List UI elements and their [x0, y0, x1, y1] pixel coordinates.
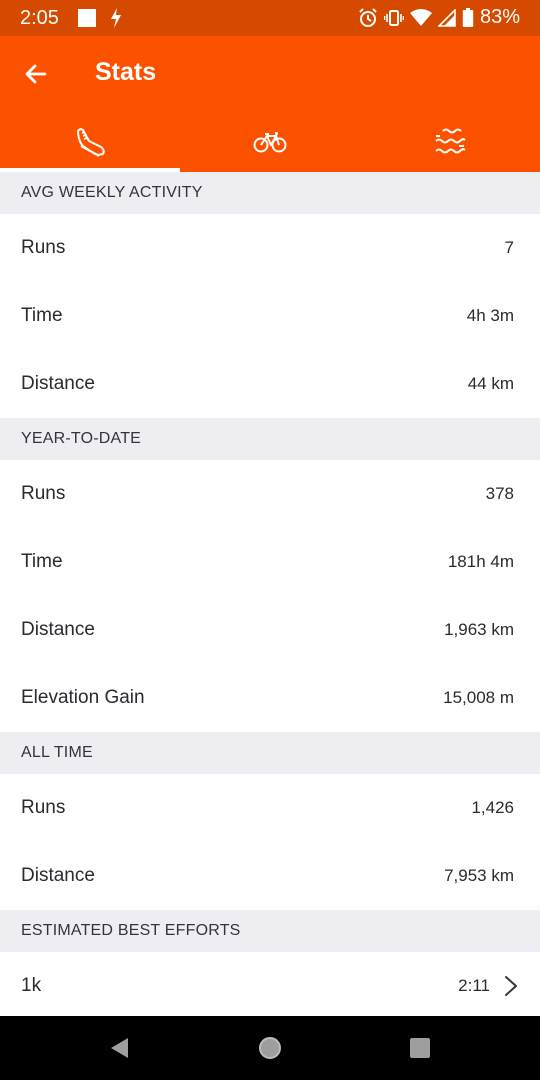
stat-label: 1k	[21, 975, 42, 996]
stat-row: Elevation Gain 15,008 m	[0, 664, 540, 732]
square-recents-icon	[410, 1038, 430, 1058]
battery-icon	[462, 7, 474, 28]
alarm-icon	[358, 7, 378, 28]
stat-label: Elevation Gain	[21, 687, 145, 708]
stat-value: 4h 3m	[466, 306, 514, 325]
stat-value: 7,953 km	[444, 866, 514, 885]
stat-value: 181h 4m	[447, 552, 514, 571]
status-time: 2:05	[20, 7, 59, 29]
sport-tabs	[0, 112, 540, 172]
battery-percent: 83%	[479, 6, 520, 28]
stat-value: 1,426	[471, 798, 514, 817]
stat-value: 15,008 m	[443, 688, 514, 707]
stat-row: Runs 7	[0, 214, 540, 282]
app-bar: Stats	[0, 36, 540, 112]
circle-home-icon	[259, 1037, 281, 1059]
tab-ride[interactable]	[180, 112, 360, 172]
signal-icon	[437, 8, 456, 27]
swim-waves-icon	[435, 128, 466, 154]
charging-bolt-icon	[110, 7, 122, 34]
best-effort-row[interactable]: 1k 2:11	[0, 952, 540, 1020]
chevron-right-icon	[505, 976, 517, 996]
stat-label: Runs	[21, 483, 66, 504]
back-button[interactable]	[18, 56, 54, 92]
stat-row: Runs 378	[0, 460, 540, 528]
stat-row: Distance 44 km	[0, 350, 540, 418]
stat-label: Time	[21, 551, 63, 572]
system-nav-bar	[0, 1016, 540, 1080]
section-header-all-time: ALL TIME	[0, 732, 540, 774]
page-title: Stats	[95, 58, 157, 86]
vibrate-icon	[383, 8, 404, 28]
nav-recents-button[interactable]	[406, 1034, 434, 1062]
tab-swim[interactable]	[360, 112, 540, 172]
stat-value: 7	[504, 238, 514, 257]
triangle-back-icon	[111, 1038, 128, 1058]
stat-label: Distance	[21, 619, 95, 640]
stat-row: Distance 1,963 km	[0, 596, 540, 664]
stat-row: Distance 7,953 km	[0, 842, 540, 910]
stat-label: Time	[21, 305, 63, 326]
stat-label: Distance	[21, 373, 95, 394]
nav-home-button[interactable]	[256, 1034, 284, 1062]
section-header-avg-weekly: AVG WEEKLY ACTIVITY	[0, 172, 540, 214]
status-bar: 2:05 83%	[0, 0, 540, 36]
running-shoe-icon	[77, 128, 105, 157]
nav-back-button[interactable]	[106, 1034, 134, 1062]
section-header-year-to-date: YEAR-TO-DATE	[0, 418, 540, 460]
stat-label: Runs	[21, 797, 66, 818]
stats-content: AVG WEEKLY ACTIVITY Runs 7 Time 4h 3m Di…	[0, 172, 540, 1020]
arrow-left-icon	[25, 64, 47, 84]
wifi-icon	[409, 8, 432, 27]
stat-value: 44 km	[467, 374, 514, 393]
stat-label: Distance	[21, 865, 95, 886]
stat-row: Time 4h 3m	[0, 282, 540, 350]
bicycle-icon	[253, 132, 287, 153]
stat-value: 378	[485, 484, 514, 503]
stat-row: Runs 1,426	[0, 774, 540, 842]
stat-label: Runs	[21, 237, 66, 258]
stat-value: 1,963 km	[444, 620, 514, 639]
stat-row: Time 181h 4m	[0, 528, 540, 596]
stat-value: 2:11	[458, 976, 490, 995]
notification-icon	[78, 9, 96, 27]
status-icons: 83%	[358, 6, 520, 29]
tab-run[interactable]	[0, 112, 180, 172]
section-header-best-efforts: ESTIMATED BEST EFFORTS	[0, 910, 540, 952]
